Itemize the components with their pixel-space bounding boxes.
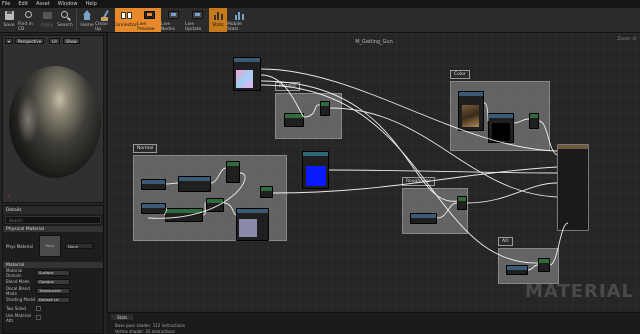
- wire: [466, 182, 558, 204]
- toolbar: Save Find in CB Apply Search Home Clean …: [0, 8, 640, 33]
- material-domain-select[interactable]: Surface: [36, 269, 70, 276]
- shading-model-label: Shading Model: [6, 297, 36, 302]
- menu-bar: File Edit Asset Window Help: [0, 0, 640, 8]
- phys-material-label: Phys Material: [6, 243, 33, 249]
- stats-tab[interactable]: Stats: [111, 314, 134, 320]
- left-panel: ▾ Perspective Lit Show ⊥ Details Search …: [0, 33, 106, 334]
- find-in-cb-button[interactable]: Find in CB: [18, 8, 38, 32]
- wire: [147, 172, 246, 219]
- decal-blend-mode-label: Decal Blend Mode: [6, 285, 30, 296]
- clean-up-button[interactable]: Clean Up: [95, 8, 115, 32]
- two-sided-label: Two Sided: [6, 306, 26, 311]
- wire: [303, 104, 321, 118]
- decal-blend-mode-row: Decal Blend Mode Translucent: [3, 285, 103, 296]
- stats-line: Vertex shader: 35 instructions: [115, 329, 176, 334]
- decal-blend-mode-select[interactable]: Translucent: [36, 287, 70, 294]
- live-nodes-button[interactable]: Live Nodes: [161, 8, 185, 32]
- wire: [202, 202, 207, 216]
- wire: [223, 202, 237, 216]
- stats-line: Base pass shader: 112 instructions: [115, 323, 186, 328]
- menu-edit[interactable]: Edit: [18, 1, 28, 7]
- viewport-menu-button[interactable]: ▾: [5, 38, 13, 44]
- save-button[interactable]: Save: [0, 8, 18, 32]
- wire: [329, 107, 558, 198]
- preview-sphere: [9, 66, 101, 178]
- material-graph-canvas[interactable]: M_Gatling_Gun Zoom -4 Normal Metallic Co…: [107, 33, 640, 312]
- find-in-cb-icon: [23, 10, 34, 20]
- wire: [328, 169, 558, 174]
- wire: [165, 182, 179, 185]
- wire: [549, 222, 569, 266]
- wire: [436, 202, 458, 219]
- live-nodes-icon: [167, 10, 179, 20]
- connectors-icon: [120, 10, 132, 21]
- menu-help[interactable]: Help: [85, 1, 96, 7]
- live-preview-button[interactable]: Live Preview: [137, 8, 161, 32]
- wire: [164, 207, 167, 216]
- wire: [210, 167, 227, 184]
- live-preview-icon: [143, 10, 155, 20]
- connectors-button[interactable]: Connectors: [113, 8, 139, 32]
- phys-material-row: Phys Material None None: [3, 232, 103, 260]
- stats-icon: [213, 10, 224, 21]
- phys-material-dropdown[interactable]: None: [65, 243, 93, 249]
- preview-viewport[interactable]: ▾ Perspective Lit Show ⊥: [2, 35, 104, 203]
- clean-up-icon: [100, 10, 111, 21]
- material-domain-row: Material Domain Surface: [3, 267, 103, 278]
- menu-asset[interactable]: Asset: [36, 1, 50, 7]
- mobile-stats-icon: [234, 10, 245, 20]
- use-material-attr-checkbox[interactable]: [36, 315, 41, 320]
- details-search-input[interactable]: Search: [5, 216, 101, 224]
- save-icon: [4, 10, 15, 21]
- wire: [527, 264, 539, 271]
- shading-model-row: Shading Model Default Lit: [3, 295, 103, 304]
- toolbar-divider: [76, 9, 77, 31]
- wire: [483, 102, 489, 122]
- material-domain-label: Material Domain: [6, 267, 23, 278]
- stats-button[interactable]: Stats: [209, 8, 227, 32]
- search-icon: [60, 10, 71, 21]
- show-button[interactable]: Show: [63, 38, 80, 44]
- live-update-button[interactable]: Live Update: [185, 8, 209, 32]
- two-sided-checkbox[interactable]: [36, 306, 41, 311]
- live-update-icon: [191, 10, 203, 20]
- material-watermark: MATERIAL: [525, 281, 634, 302]
- apply-icon: [42, 10, 53, 21]
- mobile-stats-button[interactable]: Mobile Stats: [227, 8, 251, 32]
- graph-wires: [147, 68, 569, 271]
- home-button[interactable]: Home: [79, 8, 95, 32]
- wire: [260, 68, 558, 152]
- use-material-attr-label: Use Material Attr: [6, 312, 31, 323]
- blend-mode-label: Blend Mode: [6, 279, 30, 284]
- phys-material-thumbnail[interactable]: None: [39, 235, 61, 257]
- perspective-button[interactable]: Perspective: [15, 38, 45, 44]
- use-material-attr-row: Use Material Attr: [3, 312, 103, 323]
- wire: [513, 118, 530, 124]
- apply-button[interactable]: Apply: [38, 8, 56, 32]
- blend-mode-select[interactable]: Opaque: [36, 278, 70, 285]
- axis-gizmo-icon: ⊥: [7, 193, 11, 198]
- search-button[interactable]: Search: [56, 8, 74, 32]
- menu-file[interactable]: File: [2, 1, 10, 7]
- menu-window[interactable]: Window: [58, 1, 78, 7]
- details-tab[interactable]: Details: [3, 206, 103, 214]
- stats-panel: Stats Base pass shader: 112 instructions…: [107, 312, 640, 334]
- wire: [260, 84, 539, 264]
- lit-button[interactable]: Lit: [49, 38, 60, 44]
- home-icon: [82, 10, 93, 21]
- details-panel: Details Search Physical Material Phys Ma…: [2, 205, 104, 334]
- shading-model-select[interactable]: Default Lit: [36, 296, 70, 303]
